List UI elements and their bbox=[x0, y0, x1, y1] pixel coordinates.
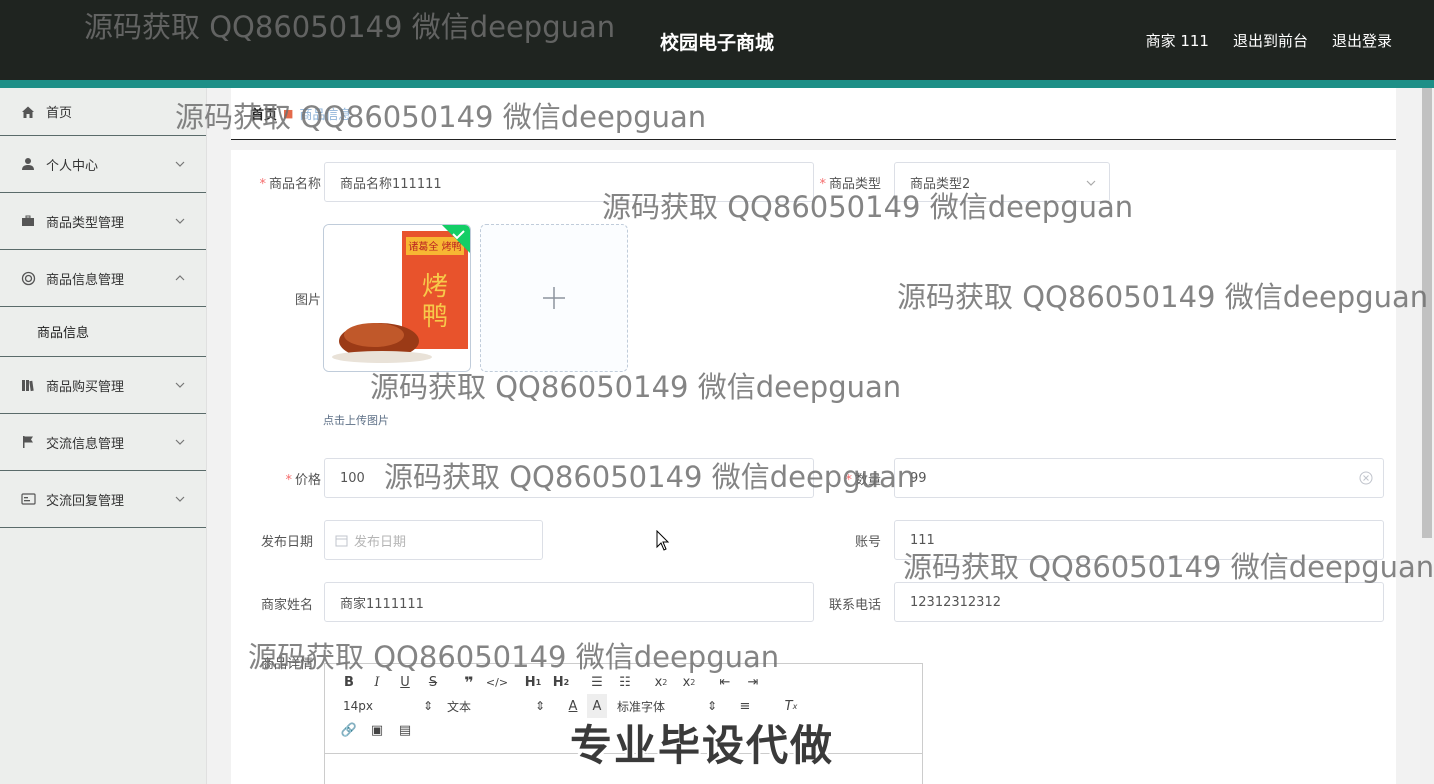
upload-add-button[interactable] bbox=[480, 224, 628, 372]
account-label: 账号 bbox=[854, 535, 881, 550]
underline-button[interactable]: U bbox=[391, 670, 419, 694]
image-label: 图片 bbox=[294, 293, 321, 308]
sidebar-item-label: 交流信息管理 bbox=[46, 436, 125, 452]
svg-text:烤: 烤 bbox=[422, 272, 448, 302]
breadcrumb-current: 商品信息 bbox=[299, 108, 352, 123]
phone-input[interactable]: 12312312312 bbox=[894, 582, 1384, 622]
breadcrumb-separator-icon: ■ bbox=[283, 107, 294, 120]
font-size-select[interactable]: 14px ⇕ bbox=[335, 699, 433, 713]
sidebar-item-label: 商品类型管理 bbox=[46, 215, 125, 231]
lifebuoy-icon bbox=[20, 270, 36, 286]
sidebar-item-label: 交流回复管理 bbox=[46, 493, 125, 509]
thumb-brand-text: 诸葛全 烤鸭 bbox=[408, 240, 461, 253]
account-input[interactable]: 111 bbox=[894, 520, 1384, 560]
clear-icon[interactable] bbox=[1359, 471, 1373, 485]
mouse-cursor-icon bbox=[656, 530, 670, 551]
merchant-name-label: 商家姓名 bbox=[260, 598, 313, 613]
subscript-button[interactable]: x2 bbox=[647, 670, 675, 694]
home-icon bbox=[20, 104, 36, 120]
block-type-select[interactable]: 文本 ⇕ bbox=[447, 698, 545, 715]
chevron-down-icon bbox=[175, 161, 185, 167]
header2-button[interactable]: H2 bbox=[547, 670, 575, 694]
briefcase-icon bbox=[20, 213, 36, 229]
ordered-list-button[interactable]: ☰ bbox=[583, 670, 611, 694]
flag-icon bbox=[20, 434, 36, 450]
superscript-button[interactable]: x2 bbox=[675, 670, 703, 694]
bullet-list-button[interactable]: ☷ bbox=[611, 670, 639, 694]
chevron-down-icon bbox=[175, 439, 185, 445]
id-card-icon bbox=[20, 491, 36, 507]
calendar-icon bbox=[335, 535, 348, 546]
price-label: * 价格 bbox=[285, 473, 321, 488]
scrollbar-thumb[interactable] bbox=[1422, 88, 1432, 538]
breadcrumb-home[interactable]: 首页 bbox=[251, 104, 277, 123]
header1-button[interactable]: H1 bbox=[519, 670, 547, 694]
detail-label: 商品详情 bbox=[260, 657, 313, 672]
sidebar-item-category-mgmt[interactable]: 商品类型管理 bbox=[0, 193, 206, 250]
chevron-up-icon bbox=[175, 275, 185, 281]
sidebar: 首页 个人中心 商品类型管理 商品信息管理 商品信息 商品购买管理 交流信息管理 bbox=[0, 88, 207, 784]
user-icon bbox=[20, 156, 36, 172]
exit-to-front-link[interactable]: 退出到前台 bbox=[1233, 30, 1308, 51]
sidebar-item-personal[interactable]: 个人中心 bbox=[0, 136, 206, 193]
merchant-name-input[interactable]: 商家1111111 bbox=[324, 582, 814, 622]
sidebar-item-label: 商品信息管理 bbox=[46, 272, 125, 288]
uploaded-image-thumb[interactable]: 诸葛全 烤鸭 烤 鸭 bbox=[323, 224, 471, 372]
sidebar-item-label: 首页 bbox=[46, 106, 73, 121]
publish-date-picker[interactable]: 发布日期 bbox=[324, 520, 543, 560]
top-header: 校园电子商城 商家 111 退出到前台 退出登录 bbox=[0, 0, 1434, 80]
sidebar-item-home[interactable]: 首页 bbox=[0, 88, 206, 136]
sidebar-subitem-goods-info[interactable]: 商品信息 bbox=[0, 307, 206, 357]
roast-duck-product-image: 诸葛全 烤鸭 烤 鸭 bbox=[324, 225, 470, 371]
chevron-down-icon bbox=[175, 496, 185, 502]
current-user-link[interactable]: 商家 111 bbox=[1146, 30, 1209, 51]
main-content: 首页 ■ 商品信息 * 商品名称 商品名称111111 * 商品类型 商品类型2 图… bbox=[207, 88, 1434, 784]
sidebar-item-goods-mgmt[interactable]: 商品信息管理 bbox=[0, 250, 206, 307]
upload-tip: 点击上传图片 bbox=[323, 414, 389, 427]
chevron-down-icon bbox=[175, 382, 185, 388]
chevron-down-icon bbox=[1086, 180, 1096, 186]
strike-button[interactable]: S bbox=[419, 670, 447, 694]
bold-button[interactable]: B bbox=[335, 670, 363, 694]
phone-label: 联系电话 bbox=[828, 598, 881, 613]
breadcrumb: 首页 ■ 商品信息 bbox=[231, 88, 1396, 140]
indent-button[interactable]: ⇥ bbox=[739, 670, 767, 694]
page-scrollbar[interactable] bbox=[1420, 88, 1434, 784]
header-accent-stripe bbox=[0, 80, 1434, 88]
goods-type-label: * 商品类型 bbox=[819, 177, 881, 192]
blockquote-button[interactable]: ❞ bbox=[455, 670, 483, 694]
publish-date-label: 发布日期 bbox=[260, 535, 313, 550]
goods-type-select[interactable]: 商品类型2 bbox=[894, 162, 1110, 202]
promo-stamp-text: 专业毕设代做 bbox=[570, 721, 835, 770]
sidebar-item-label: 个人中心 bbox=[46, 158, 99, 174]
header-nav: 商家 111 退出到前台 退出登录 bbox=[1146, 30, 1392, 51]
goods-name-input[interactable]: 商品名称111111 bbox=[324, 162, 814, 202]
quantity-label: * 数量 bbox=[845, 473, 881, 488]
link-icon[interactable]: 🔗 bbox=[335, 718, 363, 742]
sidebar-item-chat-mgmt[interactable]: 交流信息管理 bbox=[0, 414, 206, 471]
price-input[interactable]: 100 bbox=[324, 458, 814, 498]
logout-link[interactable]: 退出登录 bbox=[1332, 30, 1392, 51]
outdent-button[interactable]: ⇤ bbox=[711, 670, 739, 694]
code-block-button[interactable]: </> bbox=[483, 670, 511, 694]
sidebar-item-label: 商品购买管理 bbox=[46, 379, 125, 395]
goods-name-label: * 商品名称 bbox=[259, 177, 321, 192]
book-icon bbox=[20, 377, 36, 393]
plus-icon bbox=[543, 287, 565, 309]
sidebar-item-purchase-mgmt[interactable]: 商品购买管理 bbox=[0, 357, 206, 414]
quantity-input[interactable]: 99 bbox=[894, 458, 1384, 498]
image-icon[interactable]: ▣ bbox=[363, 718, 391, 742]
sidebar-item-reply-mgmt[interactable]: 交流回复管理 bbox=[0, 471, 206, 528]
svg-text:鸭: 鸭 bbox=[422, 302, 448, 332]
video-icon[interactable]: ▤ bbox=[391, 718, 419, 742]
italic-button[interactable]: I bbox=[363, 670, 391, 694]
goods-form: * 商品名称 商品名称111111 * 商品类型 商品类型2 图片 诸葛全 烤鸭 烤… bbox=[231, 150, 1396, 784]
chevron-down-icon bbox=[175, 218, 185, 224]
